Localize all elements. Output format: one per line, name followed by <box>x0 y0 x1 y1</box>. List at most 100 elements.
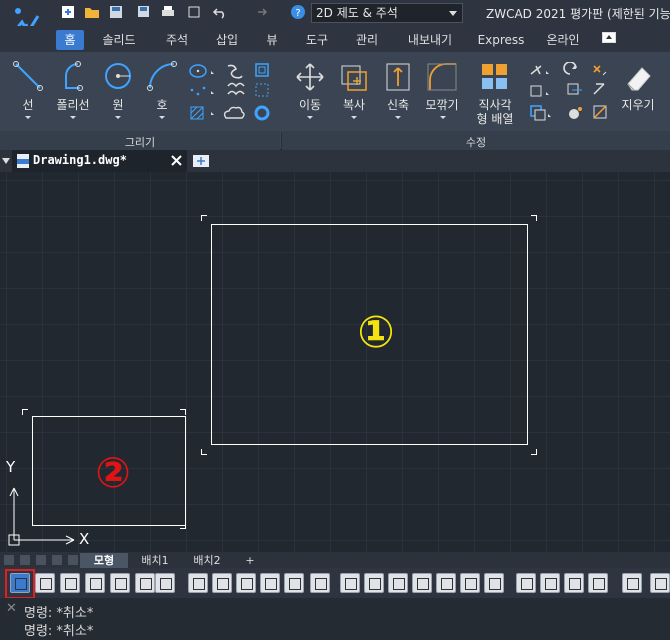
line-button[interactable]: 선 <box>8 58 48 124</box>
stretch-button[interactable]: 신축 <box>378 58 418 124</box>
chevron-down-icon <box>440 116 446 119</box>
tab-view[interactable]: 뷰 <box>262 30 282 50</box>
fillet-button[interactable]: 모깎기 <box>420 58 464 124</box>
next-layout-icon[interactable] <box>36 555 46 565</box>
fillet-icon <box>427 63 457 91</box>
explode-icon <box>530 105 546 121</box>
mirror-icon <box>530 85 542 97</box>
svg-text:?: ? <box>295 8 300 19</box>
fillet-label: 모깎기 <box>425 98 459 112</box>
stretch-label: 신축 <box>386 98 410 112</box>
chevron-down-icon <box>115 116 121 119</box>
redo-icon[interactable] <box>252 4 268 20</box>
qp-icon[interactable] <box>388 573 408 593</box>
marker-2: ② <box>95 448 131 497</box>
tab-layout2[interactable]: 배치2 <box>182 553 232 568</box>
isolate-icon[interactable] <box>516 573 536 593</box>
add-layout-button[interactable]: + <box>236 553 264 568</box>
polyline-icon <box>65 61 83 91</box>
copy-icon <box>341 65 367 91</box>
chevron-down-icon <box>351 116 357 119</box>
toolbox-icon[interactable] <box>622 573 642 593</box>
command-history-line: 명령: *취소* <box>24 606 94 621</box>
tab-express[interactable]: Express <box>474 30 528 50</box>
dyn-input-icon[interactable] <box>364 573 384 593</box>
panel-label-modify: 수정 <box>465 136 487 149</box>
circle-icon <box>105 63 131 89</box>
tab-insert[interactable]: 삽입 <box>208 30 246 50</box>
tab-manage[interactable]: 관리 <box>348 30 386 50</box>
keyboard-icon[interactable] <box>650 573 670 593</box>
properties-icon[interactable] <box>85 573 105 593</box>
layer-icon[interactable] <box>60 573 80 593</box>
last-layout-icon[interactable] <box>52 555 62 565</box>
viewport-icon[interactable] <box>110 573 130 593</box>
trim-icon <box>530 65 542 75</box>
erase-button[interactable]: 지우기 <box>616 58 660 124</box>
polar-icon[interactable] <box>260 573 280 593</box>
selection-cycling-icon[interactable] <box>412 573 432 593</box>
grid-icon[interactable] <box>212 573 232 593</box>
undo-icon[interactable] <box>212 4 228 20</box>
tab-menu-icon[interactable] <box>2 157 10 165</box>
circle-label: 원 <box>112 98 124 112</box>
new-tab-icon[interactable] <box>192 153 210 168</box>
modify-small-tools[interactable] <box>528 62 612 124</box>
copy-button[interactable]: 복사 <box>334 58 374 124</box>
arc-label: 호 <box>156 98 168 112</box>
tab-tools[interactable]: 도구 <box>298 30 336 50</box>
otrack-icon[interactable] <box>310 573 330 593</box>
tab-online[interactable]: 온라인 <box>542 30 584 50</box>
move-icon <box>296 63 324 91</box>
move-button[interactable]: 이동 <box>290 58 330 124</box>
workspace-icon[interactable] <box>460 573 480 593</box>
close-icon[interactable]: ✕ <box>6 601 17 616</box>
save-icon[interactable] <box>108 4 124 20</box>
rectangular-array-button[interactable]: 직사각 형 배열 <box>466 58 524 128</box>
tab-layout1[interactable]: 배치1 <box>130 553 180 568</box>
spline-icon <box>227 64 243 79</box>
annotation-icon[interactable] <box>436 573 456 593</box>
hardware-icon[interactable] <box>540 573 560 593</box>
units-icon[interactable] <box>484 573 504 593</box>
settings-icon[interactable] <box>588 573 608 593</box>
arc-icon <box>147 61 177 91</box>
tab-model[interactable]: 모형 <box>80 553 128 568</box>
zoom-extents-icon[interactable] <box>186 4 202 20</box>
help-icon[interactable]: ? <box>290 4 306 20</box>
ribbon-tabs: 홈 솔리드 주석 삽입 뷰 도구 관리 내보내기 Express 온라인 <box>0 26 670 52</box>
osnap-icon[interactable] <box>284 573 304 593</box>
first-layout-icon[interactable] <box>4 555 14 565</box>
tab-export[interactable]: 내보내기 <box>400 30 460 50</box>
snap-icon[interactable] <box>188 573 208 593</box>
save-as-icon[interactable] <box>136 4 152 20</box>
pan-icon[interactable] <box>135 573 155 593</box>
tab-annotate[interactable]: 주석 <box>158 30 196 50</box>
print-icon[interactable] <box>160 4 176 20</box>
workspace-select[interactable]: 2D 제도 & 주석 <box>311 3 463 23</box>
tab-home[interactable]: 홈 <box>56 30 84 50</box>
grip-corner <box>180 409 186 415</box>
zoom-icon[interactable] <box>155 573 175 593</box>
polyline-button[interactable]: 폴리선 <box>50 58 96 124</box>
axis-x-label: X <box>79 530 90 548</box>
circle-button[interactable]: 원 <box>98 58 138 124</box>
tab-solid[interactable]: 솔리드 <box>96 30 142 50</box>
ribbon-minimize-icon[interactable] <box>602 32 616 43</box>
close-tab-icon[interactable] <box>171 155 182 166</box>
new-file-icon[interactable] <box>60 4 76 20</box>
clean-screen-icon[interactable] <box>564 573 584 593</box>
array-icon <box>482 64 507 89</box>
open-folder-icon[interactable] <box>84 4 100 20</box>
arc-button[interactable]: 호 <box>142 58 182 124</box>
layout-menu-icon[interactable] <box>68 555 78 565</box>
prev-layout-icon[interactable] <box>20 555 30 565</box>
draw-small-tools[interactable] <box>188 62 276 124</box>
command-area[interactable] <box>0 598 670 640</box>
lineweight-icon[interactable] <box>340 573 360 593</box>
polyline-label: 폴리선 <box>56 98 90 112</box>
move-label: 이동 <box>298 98 322 112</box>
paper-space-icon[interactable] <box>35 573 55 593</box>
ortho-icon[interactable] <box>236 573 256 593</box>
drawing-tab-label: Drawing1.dwg* <box>33 153 127 167</box>
